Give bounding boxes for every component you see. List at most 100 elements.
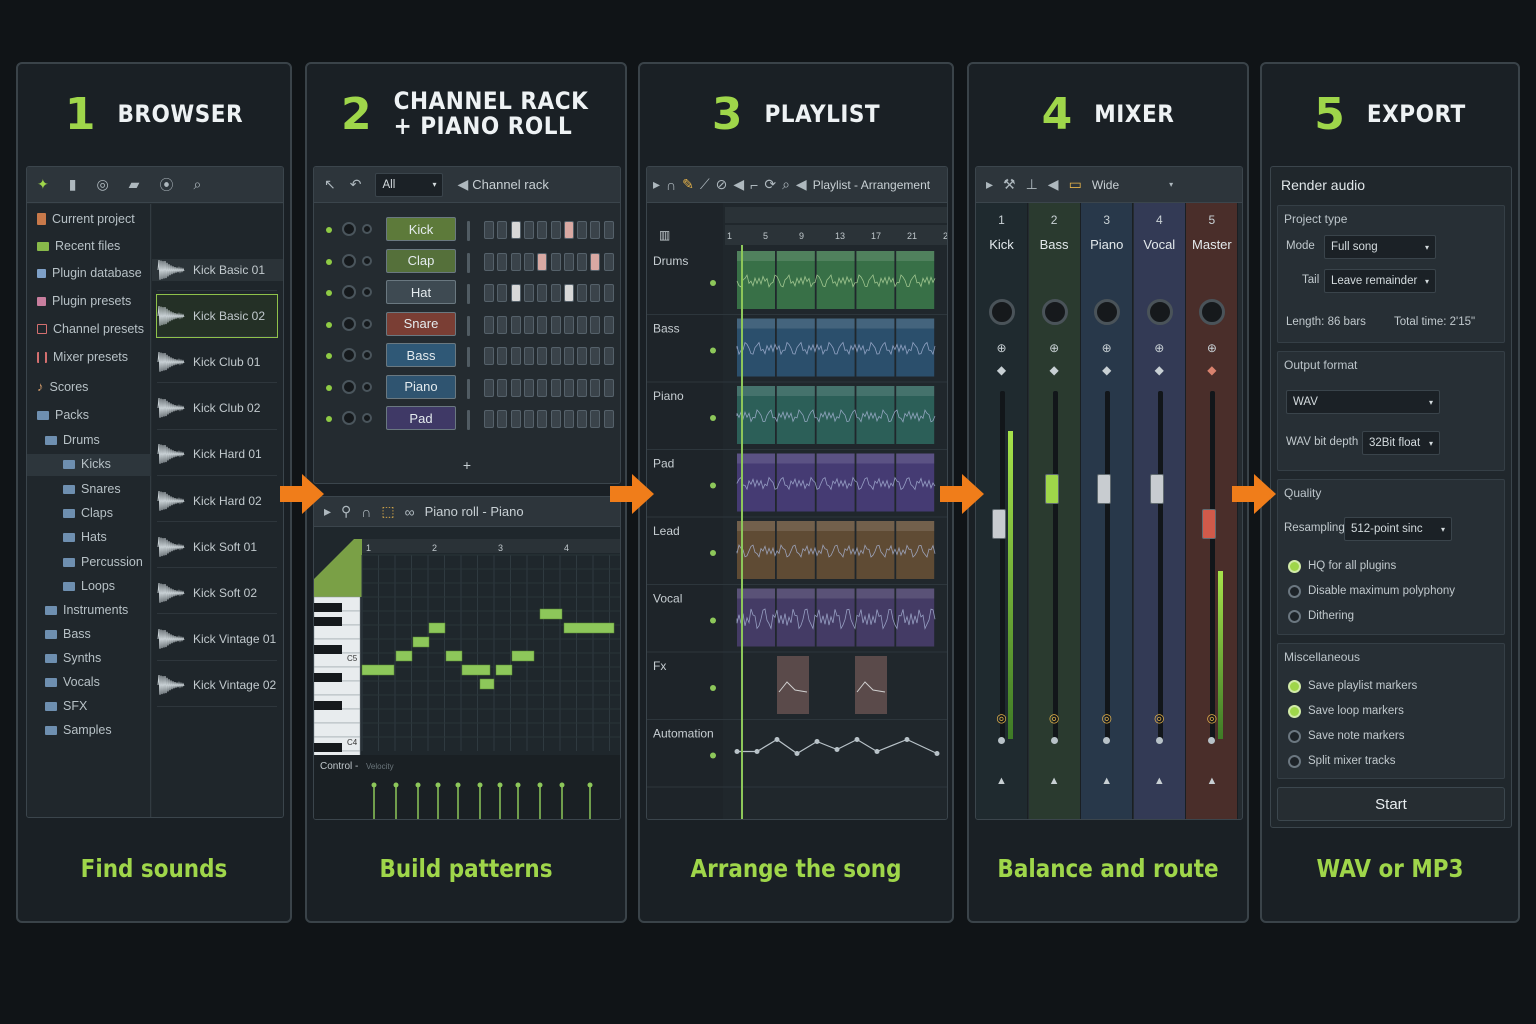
stereo-icon[interactable]: ◆ (1029, 363, 1080, 377)
channel-button[interactable]: Clap (386, 248, 456, 273)
step-button[interactable] (577, 252, 588, 271)
step-button[interactable] (537, 347, 548, 365)
channel-button[interactable]: Snare (386, 311, 456, 336)
step-button[interactable] (497, 252, 508, 271)
magnet-icon[interactable]: ∩ (666, 177, 676, 193)
step-button[interactable] (523, 284, 534, 302)
channel-led[interactable] (326, 416, 332, 422)
route-icon[interactable]: ⊕ (1134, 341, 1185, 355)
pan-knob[interactable] (1199, 299, 1226, 325)
start-button[interactable]: Start (1277, 787, 1505, 821)
wrench-icon[interactable]: ⚒ (1003, 176, 1016, 193)
volume-knob[interactable] (342, 411, 356, 425)
step-button[interactable] (563, 410, 574, 428)
step-button[interactable] (590, 284, 601, 302)
mixer-strip[interactable]: 2 Bass ⊕ ◆ ◎ ▲ (1028, 203, 1081, 819)
step-button[interactable] (550, 347, 561, 365)
step-button[interactable] (497, 221, 508, 239)
slice-icon[interactable]: ⌐ (750, 177, 758, 193)
browser-item-hats[interactable]: Hats (63, 530, 107, 544)
step-button[interactable] (523, 315, 534, 334)
zoom-icon[interactable]: ⌕ (782, 176, 790, 193)
step-button[interactable] (577, 221, 588, 239)
step-button[interactable] (523, 252, 534, 271)
volume-knob[interactable] (342, 379, 356, 394)
step-button[interactable] (590, 252, 601, 271)
pan-knob[interactable] (362, 350, 372, 360)
radio-button[interactable] (1288, 680, 1301, 693)
channel-button[interactable]: Kick (386, 217, 456, 241)
browser-item-plugin-database[interactable]: Plugin database (37, 266, 142, 280)
browser-item-drums[interactable]: Drums (45, 433, 100, 447)
stereo-icon[interactable]: ◆ (1186, 363, 1237, 377)
sample-item[interactable]: Kick Hard 02 (157, 480, 277, 522)
step-button[interactable] (563, 378, 574, 397)
sample-item[interactable]: Kick Hard 01 (157, 434, 277, 476)
sample-item[interactable]: Kick Basic 02 (156, 294, 278, 339)
route-icon[interactable]: ⊕ (1029, 341, 1080, 355)
step-button[interactable] (510, 252, 521, 271)
speaker-icon[interactable]: ◀ (1048, 176, 1059, 193)
channel-led[interactable] (326, 227, 332, 233)
stereo-icon[interactable]: ◆ (1134, 363, 1185, 377)
step-button[interactable] (510, 315, 521, 334)
step-button[interactable] (497, 347, 508, 365)
pan-knob[interactable] (362, 381, 372, 392)
step-button[interactable] (484, 347, 494, 365)
pan-knob[interactable] (362, 413, 372, 423)
radio-button[interactable] (1288, 705, 1301, 718)
browser-item-plugin-presets[interactable]: Plugin presets (37, 294, 131, 308)
bit-depth-dropdown[interactable]: 32Bit float ▾ (1362, 431, 1440, 455)
link-icon[interactable]: ∞ (405, 504, 415, 520)
volume-knob[interactable] (342, 316, 356, 331)
mixer-strip[interactable]: 5 Master ⊕ ◆ ◎ ▲ (1186, 203, 1239, 819)
browser-item-sfx[interactable]: SFX (45, 699, 87, 713)
step-button[interactable] (497, 410, 508, 428)
pan-knob[interactable] (362, 224, 372, 234)
browser-item-recent-files[interactable]: Recent files (37, 239, 120, 253)
send-dot[interactable] (1155, 737, 1163, 744)
browser-item-mixer-presets[interactable]: Mixer presets (37, 350, 128, 364)
browser-item-bass[interactable]: Bass (45, 627, 91, 641)
send-dot[interactable] (1208, 737, 1216, 744)
step-button[interactable] (510, 410, 521, 428)
mixer-strip[interactable]: 3 Piano ⊕ ◆ ◎ ▲ (1081, 203, 1134, 819)
pan-knob[interactable] (1146, 299, 1173, 325)
step-button[interactable] (550, 252, 561, 271)
browser-item-snares[interactable]: Snares (63, 482, 121, 496)
browser-item-channel-presets[interactable]: Channel presets (37, 322, 144, 336)
window-icon[interactable]: ▭ (1069, 176, 1082, 193)
sample-item[interactable]: Kick Vintage 02 (157, 665, 277, 707)
step-button[interactable] (510, 284, 521, 302)
chevron-up-icon[interactable]: ▲ (1134, 775, 1185, 787)
step-button[interactable] (563, 284, 574, 302)
search-icon[interactable]: ⌕ (193, 176, 201, 193)
step-button[interactable] (577, 410, 588, 428)
undo-icon[interactable]: ↶ (350, 176, 362, 193)
arrow-icon[interactable]: ↖ (324, 176, 336, 193)
pan-knob[interactable] (362, 318, 372, 329)
fx-icon[interactable]: ◎ (1029, 711, 1080, 725)
step-button[interactable] (590, 347, 601, 365)
step-button[interactable] (603, 221, 614, 239)
globe-icon[interactable]: ◎ (96, 176, 108, 193)
sample-item[interactable]: Kick Soft 02 (157, 572, 277, 615)
chevron-up-icon[interactable]: ▲ (1081, 775, 1132, 787)
step-button[interactable] (550, 315, 561, 334)
pan-knob[interactable] (362, 287, 372, 297)
document-icon[interactable]: ▮ (69, 176, 77, 193)
pencil-icon[interactable]: ✎ (682, 176, 694, 193)
step-button[interactable] (590, 410, 601, 428)
channel-led[interactable] (326, 384, 332, 391)
step-button[interactable] (577, 347, 588, 365)
playback-icon[interactable]: ◀ (796, 176, 807, 193)
step-button[interactable] (563, 347, 574, 365)
route-icon[interactable]: ⊕ (976, 341, 1027, 355)
chevron-up-icon[interactable]: ▲ (1029, 775, 1080, 787)
select-icon[interactable]: ⟳ (764, 176, 776, 193)
add-channel-button[interactable]: + (314, 457, 620, 473)
fader-handle[interactable] (1097, 474, 1112, 504)
fader-handle[interactable] (1044, 474, 1059, 504)
step-button[interactable] (497, 284, 508, 302)
step-button[interactable] (603, 252, 614, 271)
